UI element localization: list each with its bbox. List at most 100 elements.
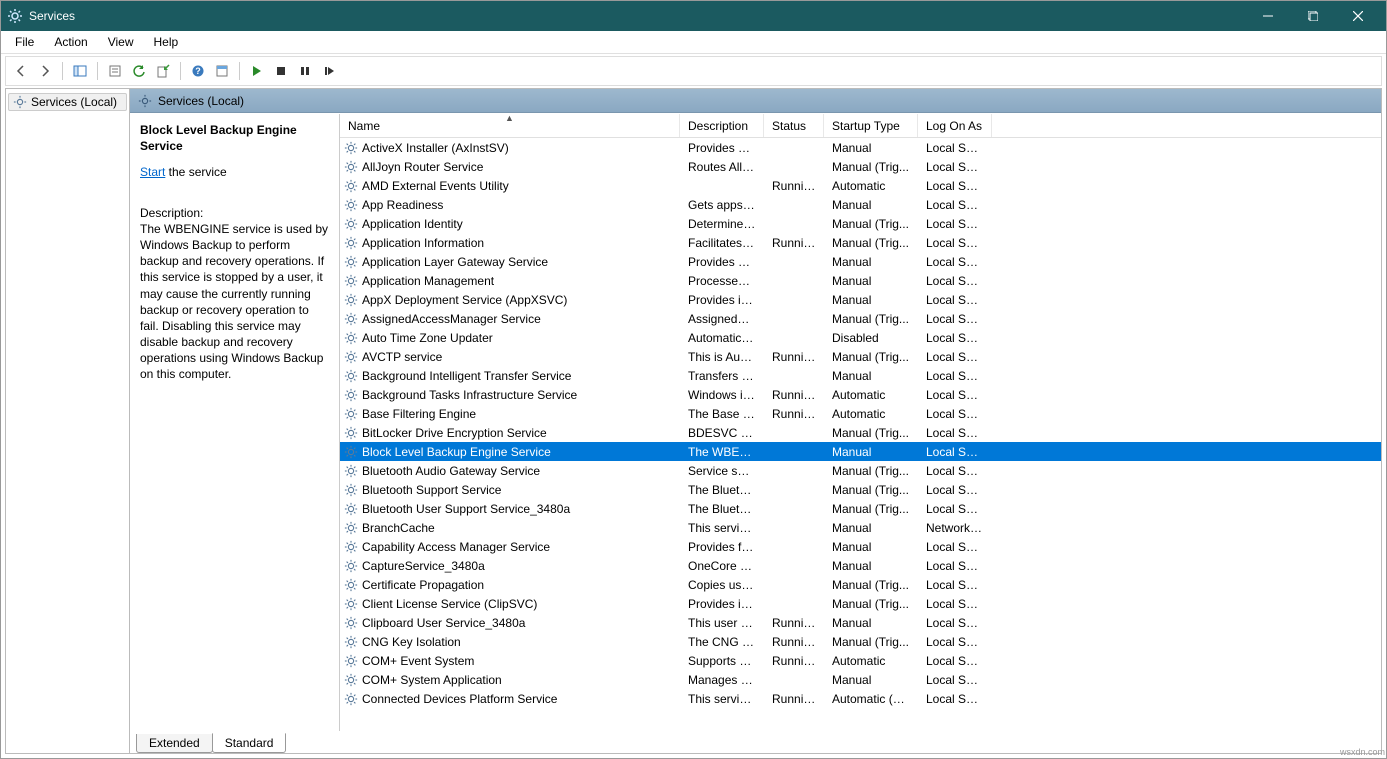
tree-node-services-local[interactable]: Services (Local)	[8, 93, 127, 111]
service-row[interactable]: Certificate PropagationCopies user ...Ma…	[340, 575, 1381, 594]
service-name: Connected Devices Platform Service	[362, 692, 557, 706]
menu-bar: File Action View Help	[1, 31, 1386, 54]
toolbar-separator	[97, 62, 98, 80]
service-status: Running	[764, 654, 824, 668]
close-button[interactable]	[1335, 1, 1380, 31]
service-name: AMD External Events Utility	[362, 179, 509, 193]
service-name: Base Filtering Engine	[362, 407, 476, 421]
svg-text:?: ?	[195, 66, 201, 76]
forward-button[interactable]	[34, 60, 56, 82]
export-button[interactable]	[152, 60, 174, 82]
service-description: This user se...	[680, 616, 764, 630]
service-row[interactable]: AVCTP serviceThis is Audi...RunningManua…	[340, 347, 1381, 366]
refresh-button[interactable]	[128, 60, 150, 82]
service-log-on-as: Local Syste...	[918, 293, 992, 307]
service-row[interactable]: Application ManagementProcesses in...Man…	[340, 271, 1381, 290]
service-row[interactable]: BranchCacheThis service ...ManualNetwork…	[340, 518, 1381, 537]
service-row[interactable]: AssignedAccessManager ServiceAssignedAc.…	[340, 309, 1381, 328]
service-description: Windows in...	[680, 388, 764, 402]
service-row[interactable]: COM+ System ApplicationManages th...Manu…	[340, 670, 1381, 689]
tree-node-label: Services (Local)	[31, 95, 117, 109]
tree-pane[interactable]: Services (Local)	[6, 89, 130, 753]
service-row[interactable]: Block Level Backup Engine ServiceThe WBE…	[340, 442, 1381, 461]
service-startup-type: Manual	[824, 521, 918, 535]
restart-service-button[interactable]	[318, 60, 340, 82]
service-name: Capability Access Manager Service	[362, 540, 550, 554]
service-row[interactable]: Application Layer Gateway ServiceProvide…	[340, 252, 1381, 271]
service-row[interactable]: Bluetooth Audio Gateway ServiceService s…	[340, 461, 1381, 480]
properties-button[interactable]	[104, 60, 126, 82]
gear-icon	[344, 217, 358, 231]
service-name: App Readiness	[362, 198, 443, 212]
service-row[interactable]: Clipboard User Service_3480aThis user se…	[340, 613, 1381, 632]
service-row[interactable]: Background Intelligent Transfer ServiceT…	[340, 366, 1381, 385]
service-row[interactable]: App ReadinessGets apps re...ManualLocal …	[340, 195, 1381, 214]
column-log-on-as[interactable]: Log On As	[918, 114, 992, 137]
service-row[interactable]: Client License Service (ClipSVC)Provides…	[340, 594, 1381, 613]
column-startup-type[interactable]: Startup Type	[824, 114, 918, 137]
minimize-button[interactable]	[1245, 1, 1290, 31]
tab-standard[interactable]: Standard	[212, 733, 287, 753]
service-name: Certificate Propagation	[362, 578, 484, 592]
gear-icon	[344, 464, 358, 478]
service-row[interactable]: AppX Deployment Service (AppXSVC)Provide…	[340, 290, 1381, 309]
back-button[interactable]	[10, 60, 32, 82]
service-log-on-as: Local Syste...	[918, 540, 992, 554]
maximize-button[interactable]	[1290, 1, 1335, 31]
service-rows[interactable]: ActiveX Installer (AxInstSV)Provides Us.…	[340, 138, 1381, 731]
service-name: Application Identity	[362, 217, 463, 231]
service-description: Copies user ...	[680, 578, 764, 592]
service-status: Running	[764, 179, 824, 193]
column-name[interactable]: Name ▲	[340, 114, 680, 137]
service-row[interactable]: AllJoyn Router ServiceRoutes AllJoy...Ma…	[340, 157, 1381, 176]
start-service-link[interactable]: Start	[140, 165, 165, 179]
gear-icon	[344, 559, 358, 573]
service-log-on-as: Local Syste...	[918, 559, 992, 573]
service-name: AssignedAccessManager Service	[362, 312, 541, 326]
service-description: The Bluetoo...	[680, 502, 764, 516]
service-name: Application Management	[362, 274, 494, 288]
service-description: Facilitates t...	[680, 236, 764, 250]
menu-help[interactable]: Help	[144, 33, 189, 51]
service-row[interactable]: Connected Devices Platform ServiceThis s…	[340, 689, 1381, 708]
column-status[interactable]: Status	[764, 114, 824, 137]
service-row[interactable]: Auto Time Zone UpdaterAutomatica...Disab…	[340, 328, 1381, 347]
gear-icon	[344, 521, 358, 535]
service-row[interactable]: Capability Access Manager Service Provide…	[340, 537, 1381, 556]
service-name: CaptureService_3480a	[362, 559, 485, 573]
service-row[interactable]: COM+ Event SystemSupports Sy...RunningAu…	[340, 651, 1381, 670]
gear-icon	[13, 95, 27, 109]
service-description: Provides fac...	[680, 540, 764, 554]
show-hide-tree-button[interactable]	[69, 60, 91, 82]
stop-service-button[interactable]	[270, 60, 292, 82]
service-log-on-as: Local Syste...	[918, 236, 992, 250]
service-row[interactable]: Application IdentityDetermines ...Manual…	[340, 214, 1381, 233]
tab-extended[interactable]: Extended	[136, 734, 213, 753]
service-row[interactable]: Application InformationFacilitates t...R…	[340, 233, 1381, 252]
service-row[interactable]: CNG Key IsolationThe CNG ke...RunningMan…	[340, 632, 1381, 651]
service-log-on-as: Local Syste...	[918, 426, 992, 440]
service-row[interactable]: Bluetooth Support ServiceThe Bluetoo...M…	[340, 480, 1381, 499]
service-row[interactable]: Bluetooth User Support Service_3480aThe …	[340, 499, 1381, 518]
service-row[interactable]: CaptureService_3480aOneCore Ca...ManualL…	[340, 556, 1381, 575]
menu-view[interactable]: View	[98, 33, 144, 51]
service-row[interactable]: ActiveX Installer (AxInstSV)Provides Us.…	[340, 138, 1381, 157]
toolbar-separator	[239, 62, 240, 80]
help-topics-button[interactable]	[211, 60, 233, 82]
menu-action[interactable]: Action	[44, 33, 97, 51]
gear-icon	[138, 94, 152, 108]
service-startup-type: Manual	[824, 559, 918, 573]
pause-service-button[interactable]	[294, 60, 316, 82]
service-row[interactable]: Base Filtering EngineThe Base Fil...Runn…	[340, 404, 1381, 423]
gear-icon	[344, 578, 358, 592]
help-button[interactable]: ?	[187, 60, 209, 82]
column-description[interactable]: Description	[680, 114, 764, 137]
service-description: This service ...	[680, 521, 764, 535]
start-service-button[interactable]	[246, 60, 268, 82]
menu-file[interactable]: File	[5, 33, 44, 51]
service-row[interactable]: BitLocker Drive Encryption ServiceBDESVC…	[340, 423, 1381, 442]
service-startup-type: Automatic (D...	[824, 692, 918, 706]
service-log-on-as: Local Service	[918, 350, 992, 364]
service-row[interactable]: AMD External Events UtilityRunningAutoma…	[340, 176, 1381, 195]
service-row[interactable]: Background Tasks Infrastructure ServiceW…	[340, 385, 1381, 404]
